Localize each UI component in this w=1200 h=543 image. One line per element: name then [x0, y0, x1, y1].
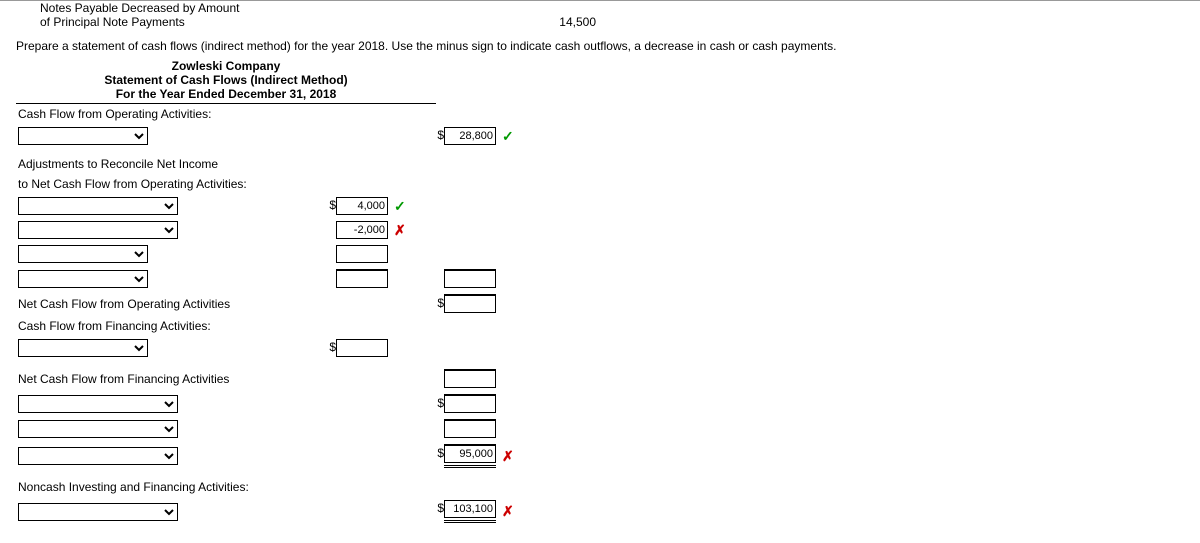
- cross-icon: ✗: [502, 503, 514, 519]
- ncff-label: Net Cash Flow from Financing Activities: [16, 366, 306, 391]
- noncash-select-1[interactable]: [18, 503, 178, 521]
- cross-icon: ✗: [502, 448, 514, 464]
- adj-input-4[interactable]: [336, 270, 388, 288]
- check-icon: ✓: [502, 128, 514, 144]
- adj-select-4[interactable]: [18, 270, 148, 288]
- adjustments-line1: Adjustments to Reconcile Net Income: [16, 154, 306, 174]
- cff-heading: Cash Flow from Financing Activities:: [16, 316, 306, 336]
- fin-input-1[interactable]: [336, 339, 388, 357]
- instruction-text: Prepare a statement of cash flows (indir…: [16, 39, 1184, 53]
- post-select-3[interactable]: [18, 447, 178, 465]
- notes-payable-line2: of Principal Note Payments: [16, 15, 516, 29]
- notes-payable-value: 14,500: [516, 15, 596, 29]
- company-name: Zowleski Company: [16, 59, 436, 73]
- total-a-input[interactable]: [444, 445, 496, 463]
- adjustments-line2: to Net Cash Flow from Operating Activiti…: [16, 174, 306, 194]
- noncash-heading: Noncash Investing and Financing Activiti…: [16, 477, 306, 497]
- statement-title: Statement of Cash Flows (Indirect Method…: [16, 73, 436, 87]
- ncfo-input[interactable]: [444, 295, 496, 313]
- adj-subtotal-input[interactable]: [444, 270, 496, 288]
- adj-input-2[interactable]: [336, 221, 388, 239]
- net-income-input[interactable]: [444, 127, 496, 145]
- post-input-1[interactable]: [444, 395, 496, 413]
- period-line: For the Year Ended December 31, 2018: [16, 87, 436, 104]
- adj-select-2[interactable]: [18, 221, 178, 239]
- adj-input-3[interactable]: [336, 245, 388, 263]
- total-b-input[interactable]: [444, 500, 496, 518]
- post-select-1[interactable]: [18, 395, 178, 413]
- check-icon: ✓: [394, 198, 406, 214]
- adj-select-3[interactable]: [18, 245, 148, 263]
- adj-input-1[interactable]: [336, 197, 388, 215]
- post-input-2[interactable]: [444, 420, 496, 438]
- adj-select-1[interactable]: [18, 197, 178, 215]
- fin-select-1[interactable]: [18, 339, 148, 357]
- ncfo-label: Net Cash Flow from Operating Activities: [16, 291, 306, 316]
- net-income-select[interactable]: [18, 127, 148, 145]
- cross-icon: ✗: [394, 222, 406, 238]
- post-select-2[interactable]: [18, 420, 178, 438]
- notes-payable-line1: Notes Payable Decreased by Amount: [16, 1, 1184, 15]
- ncff-input[interactable]: [444, 370, 496, 388]
- cfo-heading: Cash Flow from Operating Activities:: [16, 104, 306, 124]
